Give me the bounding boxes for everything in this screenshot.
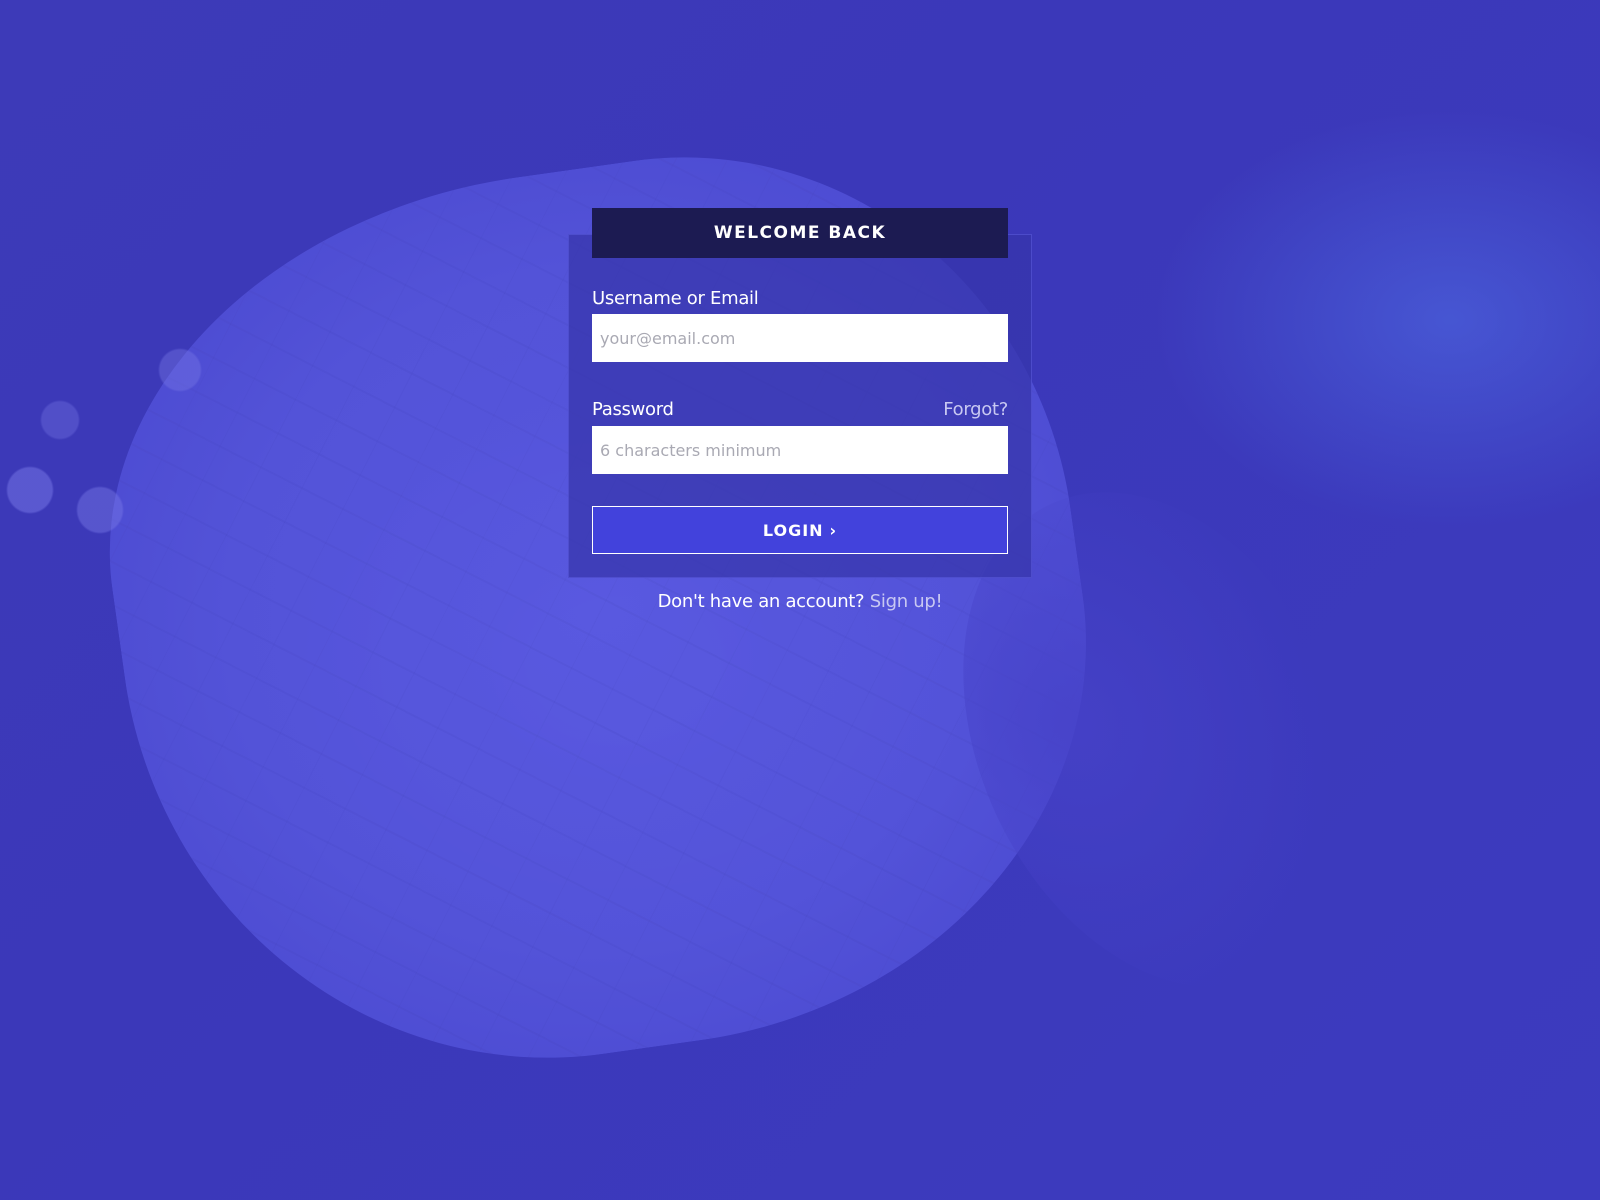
password-label: Password	[592, 399, 674, 420]
username-label: Username or Email	[592, 288, 759, 309]
password-input[interactable]	[592, 426, 1008, 474]
signup-link[interactable]: Sign up!	[870, 591, 943, 612]
login-button-label: LOGIN	[762, 520, 824, 540]
login-title: WELCOME BACK	[592, 208, 1008, 258]
background-bokeh	[0, 330, 260, 590]
login-button[interactable]: LOGIN ›	[592, 506, 1008, 554]
forgot-password-link[interactable]: Forgot?	[943, 399, 1008, 420]
signup-prompt: Don't have an account? Sign up!	[592, 591, 1008, 612]
chevron-right-icon: ›	[829, 520, 838, 540]
signup-prompt-text: Don't have an account?	[657, 591, 865, 612]
login-title-text: WELCOME BACK	[713, 223, 887, 243]
username-input[interactable]	[592, 314, 1008, 362]
